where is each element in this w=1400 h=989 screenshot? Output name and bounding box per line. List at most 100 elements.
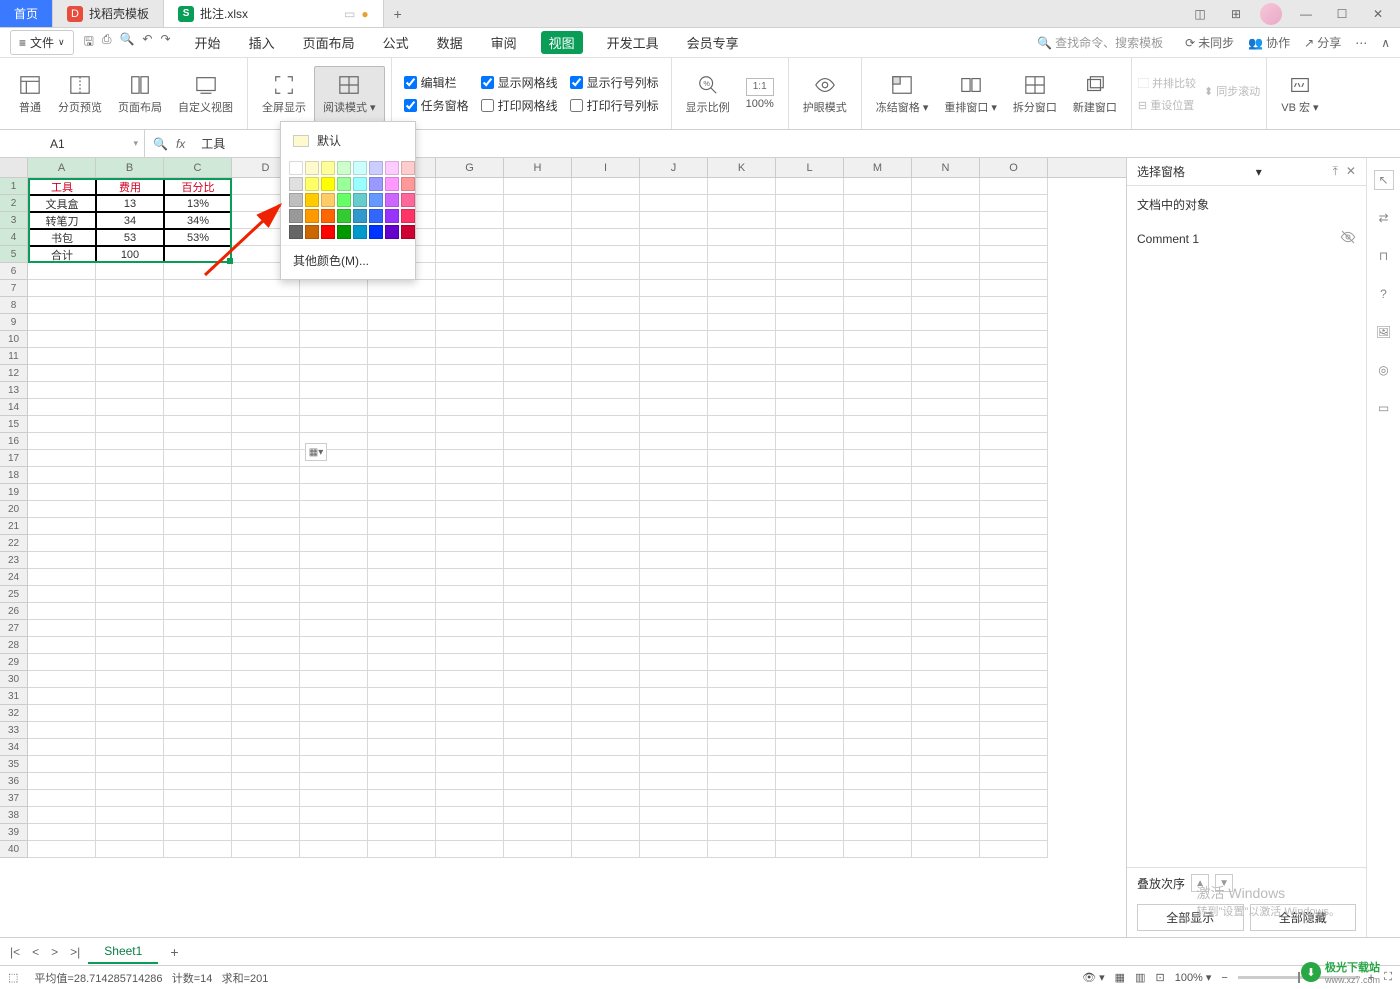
cell[interactable] <box>232 688 300 705</box>
cell[interactable] <box>912 178 980 195</box>
cell[interactable] <box>844 212 912 229</box>
cell[interactable] <box>980 705 1048 722</box>
cell[interactable] <box>640 348 708 365</box>
cell[interactable] <box>164 535 232 552</box>
cell[interactable] <box>436 229 504 246</box>
cell[interactable] <box>776 807 844 824</box>
cell[interactable] <box>980 722 1048 739</box>
cell[interactable] <box>640 178 708 195</box>
book-icon[interactable]: ▭ <box>1374 398 1394 418</box>
cell[interactable] <box>28 450 96 467</box>
cell[interactable] <box>232 807 300 824</box>
cell[interactable] <box>164 586 232 603</box>
cell[interactable] <box>640 705 708 722</box>
freeze-panes[interactable]: 冻结窗格 ▾ <box>868 66 937 122</box>
color-swatch[interactable] <box>321 193 335 207</box>
cell[interactable] <box>96 263 164 280</box>
cell[interactable] <box>912 739 980 756</box>
cell[interactable] <box>436 841 504 858</box>
cell[interactable] <box>776 314 844 331</box>
cell[interactable] <box>912 365 980 382</box>
cell[interactable] <box>572 263 640 280</box>
color-swatch[interactable] <box>353 209 367 223</box>
cell[interactable] <box>164 620 232 637</box>
cell[interactable] <box>368 603 436 620</box>
cell[interactable] <box>708 518 776 535</box>
full-screen[interactable]: 全屏显示 <box>254 66 314 122</box>
layout-1-icon[interactable]: ◫ <box>1188 2 1212 26</box>
cell[interactable] <box>572 603 640 620</box>
cell[interactable] <box>504 688 572 705</box>
cell[interactable] <box>436 297 504 314</box>
cell[interactable] <box>96 773 164 790</box>
cell[interactable] <box>436 824 504 841</box>
color-swatch[interactable] <box>321 209 335 223</box>
cell[interactable] <box>708 331 776 348</box>
cell[interactable] <box>300 552 368 569</box>
cell[interactable] <box>640 229 708 246</box>
cell[interactable] <box>844 229 912 246</box>
color-swatch[interactable] <box>305 225 319 239</box>
cell[interactable] <box>368 824 436 841</box>
cell[interactable] <box>504 467 572 484</box>
cell[interactable] <box>164 263 232 280</box>
cell[interactable] <box>980 807 1048 824</box>
cell[interactable] <box>504 518 572 535</box>
object-item[interactable]: Comment 1 <box>1137 223 1356 254</box>
cell[interactable] <box>776 790 844 807</box>
cell[interactable] <box>640 654 708 671</box>
cell[interactable] <box>640 246 708 263</box>
cell[interactable] <box>436 467 504 484</box>
cell[interactable] <box>912 314 980 331</box>
cell[interactable] <box>232 450 300 467</box>
cell[interactable] <box>436 195 504 212</box>
cell[interactable] <box>96 433 164 450</box>
color-swatch[interactable] <box>353 225 367 239</box>
redo-icon[interactable]: ↷ <box>160 32 170 53</box>
row-header[interactable]: 30 <box>0 671 28 688</box>
cell[interactable] <box>572 484 640 501</box>
minimize-button[interactable]: — <box>1294 2 1318 26</box>
cell[interactable] <box>300 807 368 824</box>
color-swatch[interactable] <box>385 209 399 223</box>
cell[interactable] <box>232 399 300 416</box>
cell[interactable] <box>640 450 708 467</box>
cell[interactable] <box>28 382 96 399</box>
cell[interactable] <box>300 382 368 399</box>
col-header[interactable]: O <box>980 158 1048 177</box>
cell[interactable] <box>708 348 776 365</box>
cell[interactable] <box>640 212 708 229</box>
hide-all-button[interactable]: 全部隐藏 <box>1250 904 1357 931</box>
cell[interactable] <box>28 365 96 382</box>
col-header[interactable]: H <box>504 158 572 177</box>
cell[interactable] <box>640 399 708 416</box>
image-icon[interactable]: 🖼 <box>1374 322 1394 342</box>
cell[interactable] <box>232 535 300 552</box>
cell[interactable] <box>776 586 844 603</box>
cell[interactable] <box>164 824 232 841</box>
cell[interactable] <box>980 433 1048 450</box>
cell[interactable] <box>368 365 436 382</box>
row-header[interactable]: 34 <box>0 739 28 756</box>
cell[interactable] <box>300 722 368 739</box>
cell[interactable] <box>28 790 96 807</box>
row-header[interactable]: 37 <box>0 790 28 807</box>
undo-icon[interactable]: ↶ <box>142 32 152 53</box>
cell[interactable] <box>912 484 980 501</box>
tab-menu-icon[interactable]: ▭ <box>344 7 355 21</box>
view-mode-4[interactable]: ⊡ <box>1155 971 1164 984</box>
cell[interactable] <box>640 586 708 603</box>
cell[interactable] <box>504 399 572 416</box>
cell[interactable] <box>368 790 436 807</box>
color-swatch[interactable] <box>401 209 415 223</box>
row-header[interactable]: 14 <box>0 399 28 416</box>
cell[interactable] <box>776 603 844 620</box>
tab-home[interactable]: 首页 <box>0 0 53 27</box>
more-menu[interactable]: ⋯ <box>1355 36 1367 50</box>
cell[interactable] <box>912 773 980 790</box>
cell[interactable] <box>504 348 572 365</box>
cell[interactable] <box>572 382 640 399</box>
cell[interactable] <box>504 178 572 195</box>
cell[interactable] <box>980 773 1048 790</box>
cell[interactable] <box>232 382 300 399</box>
